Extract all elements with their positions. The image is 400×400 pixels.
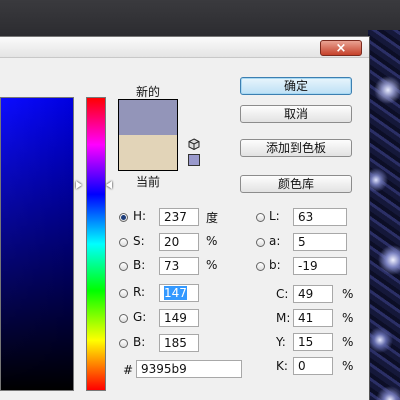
hex-input[interactable]: 9395b9 bbox=[136, 360, 242, 378]
m-unit: % bbox=[342, 311, 354, 325]
add-to-swatches-button[interactable]: 添加到色板 bbox=[240, 139, 352, 157]
web-safe-cube-icon[interactable] bbox=[188, 138, 200, 150]
s-radio[interactable] bbox=[119, 238, 128, 247]
current-color-swatch[interactable] bbox=[119, 135, 177, 170]
m-input[interactable]: 41 bbox=[293, 309, 333, 327]
new-color-label: 新的 bbox=[136, 85, 161, 99]
y-unit: % bbox=[342, 335, 354, 349]
y-label: Y: bbox=[276, 335, 286, 349]
y-input[interactable]: 15 bbox=[293, 333, 333, 351]
lab-b-radio[interactable] bbox=[256, 262, 265, 271]
r-input[interactable]: 147 bbox=[159, 284, 199, 302]
hue-slider-right-handle-icon[interactable] bbox=[106, 181, 112, 189]
s-unit: % bbox=[206, 234, 218, 248]
r-radio[interactable] bbox=[119, 289, 128, 298]
g-label: G: bbox=[133, 310, 147, 324]
blue-radio[interactable] bbox=[119, 339, 128, 348]
a-label: a: bbox=[269, 234, 281, 248]
new-color-swatch bbox=[119, 100, 177, 135]
c-input[interactable]: 49 bbox=[293, 285, 333, 303]
h-unit: 度 bbox=[206, 211, 219, 225]
brightness-input[interactable]: 73 bbox=[159, 257, 199, 275]
r-value-selected: 147 bbox=[164, 286, 187, 300]
m-label: M: bbox=[276, 311, 291, 325]
h-label: H: bbox=[133, 209, 147, 223]
lab-b-label: b: bbox=[269, 258, 281, 272]
l-radio[interactable] bbox=[256, 213, 265, 222]
background-image bbox=[368, 30, 400, 400]
h-radio[interactable] bbox=[119, 213, 128, 222]
color-libraries-button[interactable]: 颜色库 bbox=[240, 175, 352, 193]
blue-label: B: bbox=[133, 335, 146, 349]
c-unit: % bbox=[342, 287, 354, 301]
l-input[interactable]: 63 bbox=[293, 208, 347, 226]
s-label: S: bbox=[133, 234, 145, 248]
web-safe-color-swatch[interactable] bbox=[188, 154, 200, 166]
close-button[interactable]: × bbox=[320, 40, 362, 56]
s-input[interactable]: 20 bbox=[159, 233, 199, 251]
color-picker-dialog: × 新的 当前 确定 取消 添加到色板 颜色库 H: 237 度 S: 20 %… bbox=[0, 36, 370, 400]
a-input[interactable]: 5 bbox=[293, 233, 347, 251]
cancel-button[interactable]: 取消 bbox=[240, 105, 352, 123]
g-input[interactable]: 149 bbox=[159, 309, 199, 327]
brightness-radio[interactable] bbox=[119, 262, 128, 271]
hue-slider[interactable] bbox=[86, 97, 106, 391]
hue-slider-left-handle-icon[interactable] bbox=[76, 181, 82, 189]
hex-label: # bbox=[123, 363, 134, 377]
a-radio[interactable] bbox=[256, 238, 265, 247]
k-label: K: bbox=[276, 359, 288, 373]
title-bar[interactable]: × bbox=[0, 37, 369, 58]
c-label: C: bbox=[276, 287, 289, 301]
l-label: L: bbox=[269, 209, 280, 223]
background-top bbox=[0, 0, 400, 36]
color-field[interactable] bbox=[0, 97, 74, 391]
brightness-unit: % bbox=[206, 258, 218, 272]
lab-b-input[interactable]: -19 bbox=[293, 257, 347, 275]
ok-button[interactable]: 确定 bbox=[240, 77, 352, 95]
r-label: R: bbox=[133, 285, 146, 299]
g-radio[interactable] bbox=[119, 314, 128, 323]
k-unit: % bbox=[342, 359, 354, 373]
brightness-label: B: bbox=[133, 258, 146, 272]
current-color-label: 当前 bbox=[136, 175, 161, 189]
blue-input[interactable]: 185 bbox=[159, 334, 199, 352]
k-input[interactable]: 0 bbox=[293, 357, 333, 375]
h-input[interactable]: 237 bbox=[159, 208, 199, 226]
color-swatch bbox=[118, 99, 178, 171]
